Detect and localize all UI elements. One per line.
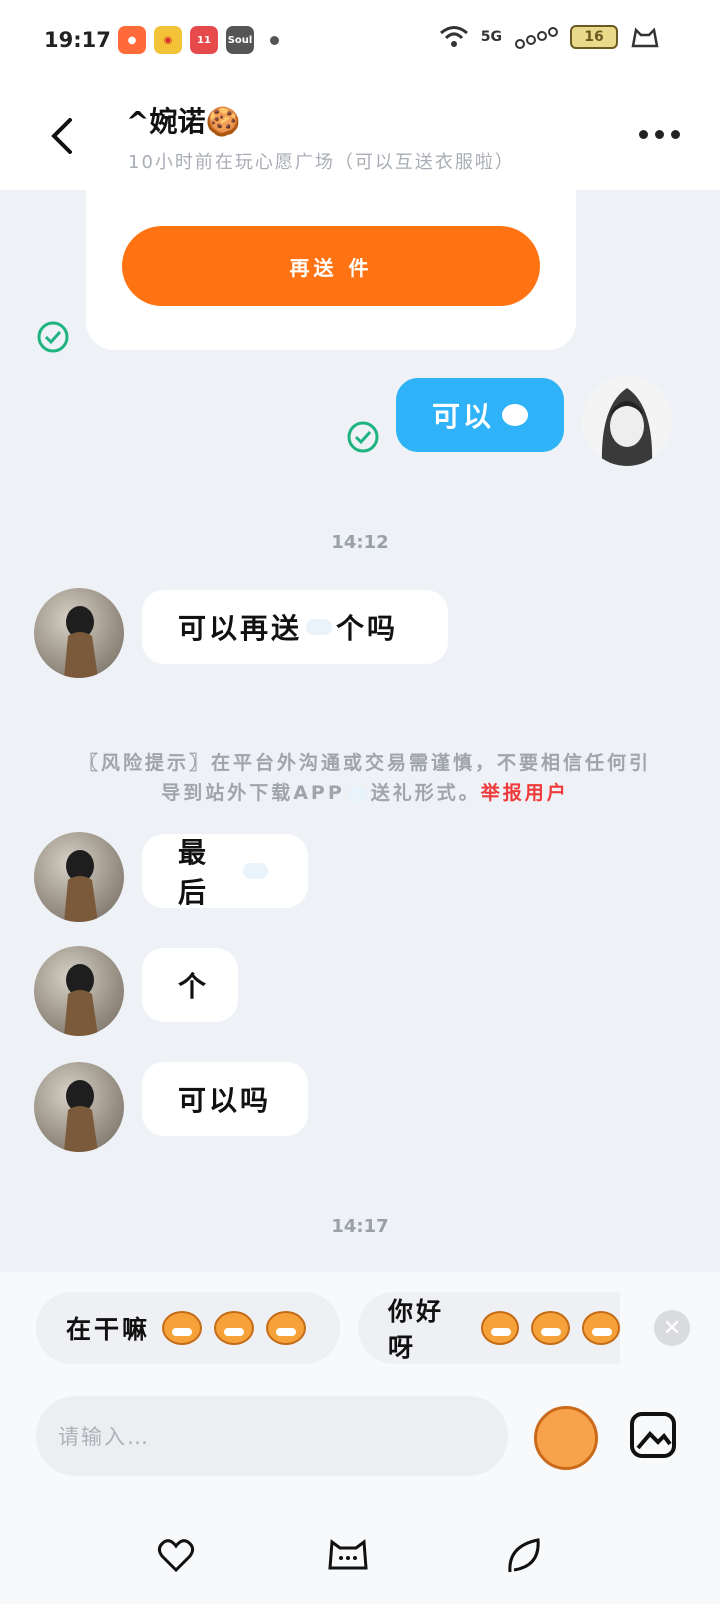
status-time: 19:17 (44, 28, 111, 52)
send-again-button[interactable]: 再送 件 (122, 226, 540, 306)
paw-emoji-icon (502, 404, 528, 426)
my-avatar[interactable] (582, 376, 672, 466)
close-quick-replies-icon[interactable]: ✕ (654, 1310, 690, 1346)
message-input[interactable]: 请输入… (36, 1396, 508, 1476)
message-bubble[interactable]: 个 (142, 948, 238, 1022)
contact-avatar[interactable] (34, 832, 124, 922)
grin-emoji-icon (162, 1311, 203, 1345)
send-again-label: 再送 件 (289, 255, 373, 280)
my-message-text: 可以 (432, 400, 495, 433)
cloud-emoji-icon (306, 619, 333, 635)
timestamp: 14:17 (331, 1216, 389, 1237)
cat-icon (631, 27, 659, 48)
surprised-emoji-icon (480, 1311, 520, 1345)
battery-icon: 16 (570, 25, 618, 49)
surprised-emoji-icon (581, 1311, 620, 1345)
message-text: 个 (178, 970, 210, 1003)
more-notifications-dot (270, 35, 279, 45)
message-input-placeholder: 请输入… (58, 1425, 150, 1449)
grin-emoji-icon (214, 1311, 255, 1345)
status-bar: 19:17 ● ◉ 11 Soul 5G 16 (0, 0, 720, 84)
read-check-icon (347, 421, 379, 453)
quick-reply-label: 在干嘛 (66, 1315, 151, 1344)
quick-reply-chip[interactable]: 在干嘛 (36, 1292, 340, 1364)
contact-avatar[interactable] (34, 946, 124, 1036)
gift-card: 再送 件 (86, 190, 576, 350)
risk-warning-text: 送礼形式。 (370, 782, 481, 804)
grin-emoji-icon (266, 1311, 307, 1345)
report-user-link[interactable]: 举报用户 (481, 782, 569, 804)
quick-reply-label: 你好呀 (388, 1297, 445, 1362)
system-icons: 5G 16 (439, 24, 660, 50)
emoji-mascot-icon[interactable] (534, 1406, 598, 1470)
chat-header: ^婉诺🍪 10小时前在玩心愿广场（可以互送衣服啦） (0, 84, 720, 190)
cat-face-icon[interactable] (326, 1536, 370, 1572)
quick-reply-chip[interactable]: 你好呀 (358, 1292, 620, 1364)
message-bubble[interactable]: 可以再送 个吗 (142, 590, 448, 664)
contact-status: 10小时前在玩心愿广场（可以互送衣服啦） (128, 152, 515, 173)
surprised-emoji-icon (531, 1311, 570, 1345)
soul-icon: Soul (226, 26, 254, 54)
contact-avatar[interactable] (34, 1062, 124, 1152)
timestamp: 14:12 (331, 532, 389, 553)
message-bubble[interactable]: 可以吗 (142, 1062, 308, 1136)
message-text: 最后 (178, 836, 210, 909)
notification-icons: ● ◉ 11 Soul (118, 26, 279, 54)
message-text: 可以再送 (178, 612, 303, 645)
risk-warning: 〖风险提示〗在平台外沟通或交易需谨慎，不要相信任何引导到站外下载APP 送礼形式。… (70, 748, 660, 808)
contact-avatar[interactable] (34, 588, 124, 678)
weibo-icon: ◉ (154, 26, 182, 54)
more-icon[interactable] (639, 130, 680, 139)
contact-name[interactable]: ^婉诺🍪 (126, 100, 240, 140)
app-notification-icon: ● (118, 26, 146, 54)
signal-icon (515, 27, 558, 49)
cloud-emoji-icon (242, 863, 268, 879)
chat-area[interactable]: 再送 件 可以 14:12 可以再送 个吗 〖风险提示〗在平台外沟通或交易需谨慎，… (0, 190, 720, 1272)
image-picker-icon[interactable] (628, 1410, 678, 1460)
network-label: 5G (480, 29, 502, 45)
message-text: 可以吗 (178, 1084, 272, 1117)
heart-planet-icon[interactable] (156, 1536, 196, 1574)
double11-icon: 11 (190, 26, 218, 54)
message-text: 个吗 (336, 612, 399, 645)
my-message-bubble[interactable]: 可以 (396, 378, 564, 452)
input-panel: 在干嘛 你好呀 ✕ 请输入… (0, 1272, 720, 1604)
wifi-icon (439, 26, 468, 47)
read-check-icon (37, 321, 69, 353)
back-arrow-icon[interactable] (46, 116, 76, 156)
leaf-icon[interactable] (504, 1536, 544, 1576)
message-bubble[interactable]: 最后 (142, 834, 308, 909)
emoji-icon (348, 785, 367, 802)
